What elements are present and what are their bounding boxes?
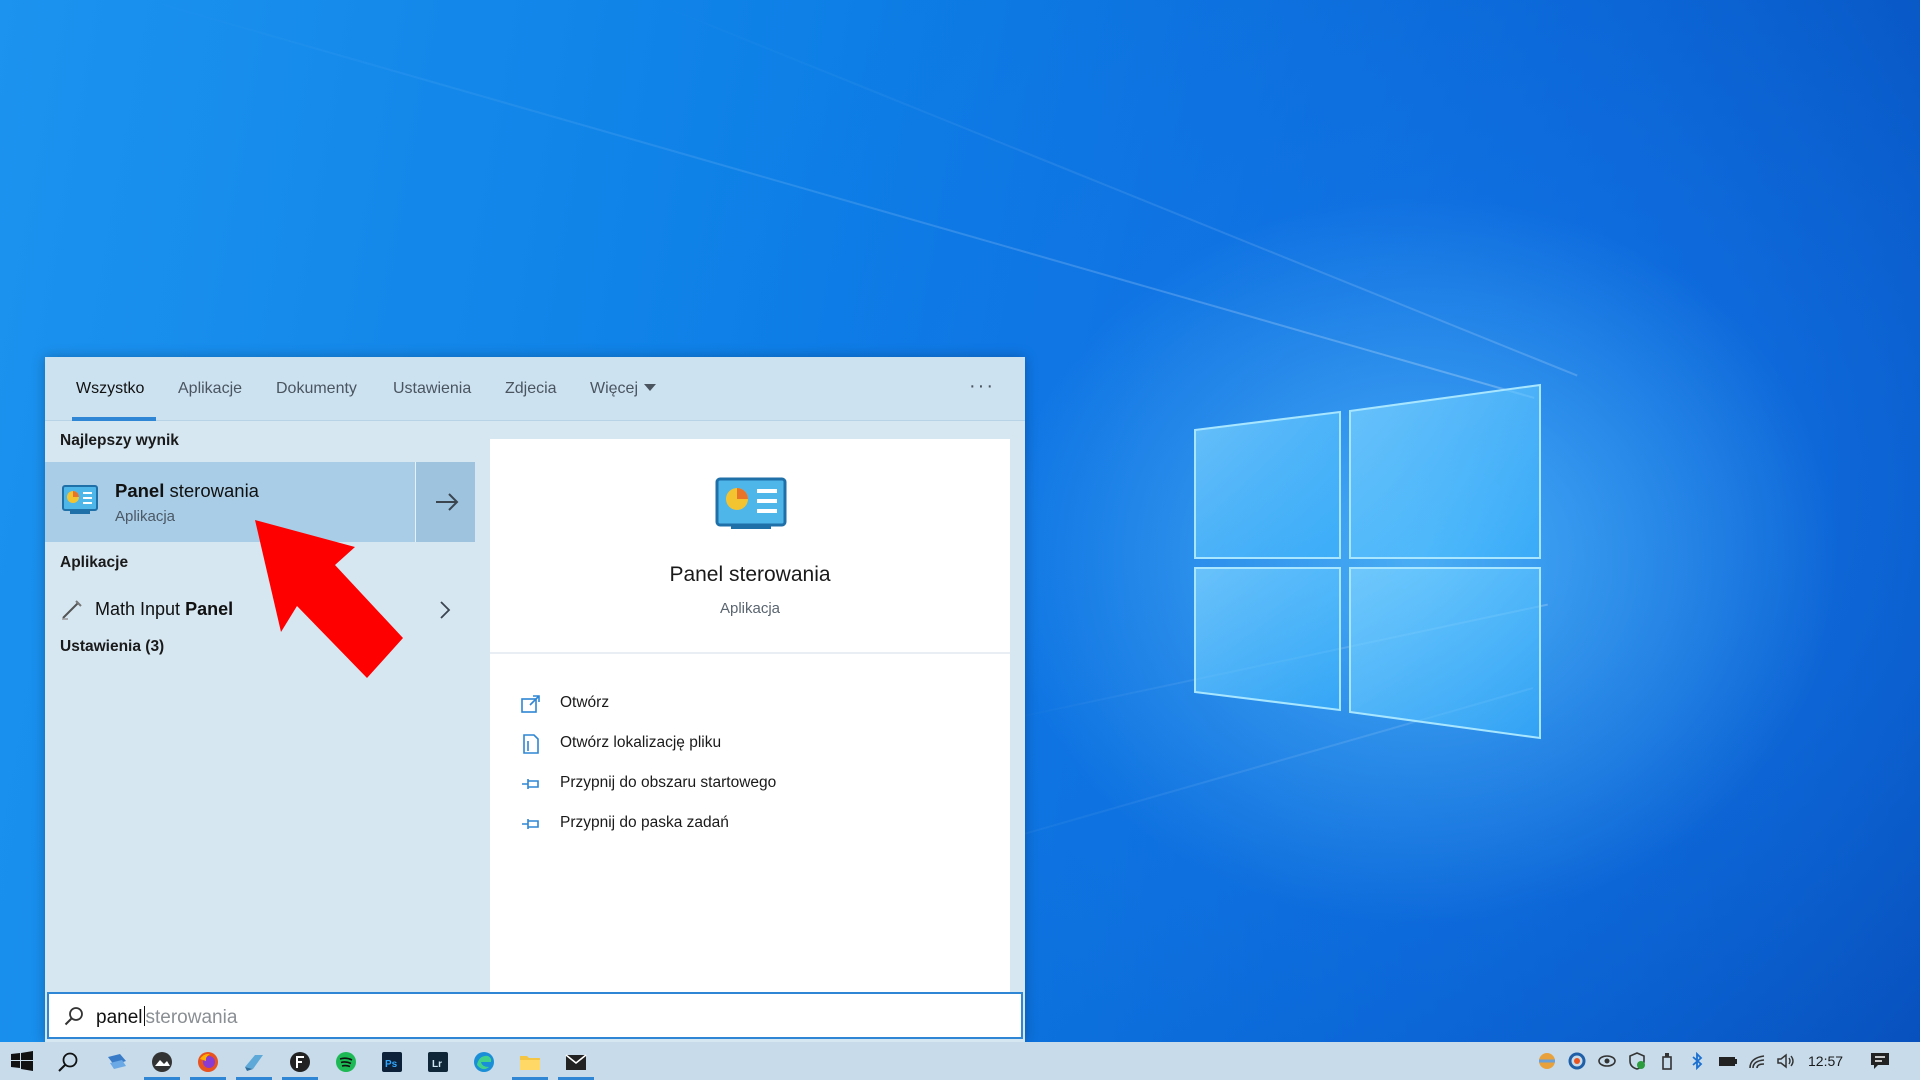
taskbar-app-f[interactable]	[278, 1042, 322, 1080]
best-match-title: Panel sterowania	[115, 480, 259, 501]
tab-apps[interactable]: Aplikacje	[178, 357, 242, 421]
taskbar-app-edge[interactable]	[462, 1042, 506, 1080]
search-flyout: Wszystko Aplikacje Dokumenty Ustawienia …	[45, 357, 1025, 1042]
tray-weather-icon[interactable]	[1534, 1042, 1560, 1080]
action-label: Otwórz	[560, 694, 610, 711]
search-taskbar-button[interactable]	[46, 1042, 90, 1080]
spotify-icon	[336, 1052, 356, 1072]
windows-start-icon	[11, 1051, 33, 1071]
red-arrow-annotation-icon	[255, 520, 403, 678]
taskbar-app-documents[interactable]	[95, 1042, 139, 1080]
taskbar-clock[interactable]: 12:57	[1808, 1042, 1843, 1080]
taskbar-app-firefox[interactable]	[186, 1042, 230, 1080]
action-center-button[interactable]	[1866, 1042, 1892, 1080]
taskbar-app-mail[interactable]	[554, 1042, 598, 1080]
notification-icon	[1871, 1053, 1889, 1069]
best-match-subtitle: Aplikacja	[115, 508, 176, 525]
svg-text:Ps: Ps	[385, 1059, 398, 1070]
tray-eye-icon[interactable]	[1594, 1042, 1620, 1080]
results-list: Najlepszy wynik Panel sterowania Aplikac…	[45, 422, 475, 992]
control-panel-icon	[62, 485, 98, 514]
light-beam	[649, 0, 1578, 377]
weather-icon	[1539, 1053, 1555, 1069]
action-label: Przypnij do paska zadań	[560, 814, 729, 831]
preview-header: Panel sterowania Aplikacja	[490, 439, 1010, 654]
tray-security-icon[interactable]	[1624, 1042, 1650, 1080]
sync-icon	[1568, 1052, 1586, 1070]
taskbar-app-file-explorer[interactable]	[508, 1042, 552, 1080]
wifi-icon	[1749, 1055, 1765, 1069]
lightroom-icon: Lr	[428, 1052, 448, 1072]
svg-text:Lr: Lr	[432, 1059, 442, 1070]
taskbar-app-photos[interactable]	[140, 1042, 184, 1080]
eye-icon	[1598, 1055, 1616, 1067]
best-match-header: Najlepszy wynik	[60, 432, 179, 449]
tray-sync-icon[interactable]	[1564, 1042, 1590, 1080]
search-tabs: Wszystko Aplikacje Dokumenty Ustawienia …	[45, 357, 1025, 421]
edge-icon	[474, 1052, 494, 1072]
taskbar-app-lightroom[interactable]: Lr	[416, 1042, 460, 1080]
search-icon	[64, 1007, 83, 1026]
options-ellipsis-button[interactable]: ···	[969, 357, 995, 421]
taskbar: Ps Lr 12:57	[0, 1042, 1920, 1080]
tray-usb-icon[interactable]	[1654, 1042, 1680, 1080]
tab-more-label: Więcej	[590, 380, 639, 397]
search-typed-text: panel	[96, 1007, 143, 1028]
action-label: Otwórz lokalizację pliku	[560, 734, 722, 751]
tab-settings[interactable]: Ustawienia	[393, 357, 471, 421]
caret-down-icon	[644, 384, 657, 391]
tab-all[interactable]: Wszystko	[71, 357, 157, 421]
folder-icon	[520, 1056, 540, 1070]
pin-icon	[522, 819, 539, 829]
action-label: Przypnij do obszaru startowego	[560, 774, 777, 791]
photos-app-icon	[152, 1052, 172, 1072]
preview-pane: Panel sterowania Aplikacja Otwórz Otwórz…	[490, 439, 1010, 992]
expand-arrow-button[interactable]	[415, 462, 475, 542]
f-app-icon	[290, 1052, 310, 1072]
taskbar-app-notes[interactable]	[232, 1042, 276, 1080]
apps-header: Aplikacje	[60, 554, 129, 571]
photoshop-icon: Ps	[382, 1052, 402, 1072]
bluetooth-icon	[1692, 1052, 1703, 1070]
documents-app-icon	[108, 1054, 126, 1069]
volume-icon	[1777, 1053, 1794, 1069]
control-panel-large-icon	[715, 477, 787, 529]
settings-header[interactable]: Ustawienia (3)	[60, 638, 164, 656]
notes-app-icon	[245, 1055, 263, 1071]
battery-icon	[1719, 1057, 1737, 1066]
tab-photos[interactable]: Zdjecia	[505, 357, 557, 421]
chevron-right-icon	[440, 601, 451, 619]
firefox-icon	[198, 1052, 218, 1072]
tray-volume-icon[interactable]	[1772, 1042, 1798, 1080]
arrow-right-icon	[436, 493, 459, 511]
search-text: panel sterowania	[96, 1006, 237, 1029]
search-icon	[58, 1052, 78, 1072]
taskbar-app-photoshop[interactable]: Ps	[370, 1042, 414, 1080]
shield-icon	[1629, 1052, 1645, 1070]
pin-icon	[522, 779, 539, 789]
file-location-icon	[523, 734, 539, 754]
preview-subtitle: Aplikacja	[719, 600, 781, 617]
tray-wifi-icon[interactable]	[1744, 1042, 1770, 1080]
tab-more[interactable]: Więcej	[590, 357, 657, 421]
taskbar-app-spotify[interactable]	[324, 1042, 368, 1080]
app-label: Math Input Panel	[95, 599, 234, 619]
search-input[interactable]: panel sterowania	[47, 992, 1023, 1039]
light-beam	[149, 0, 1535, 399]
usb-icon	[1662, 1053, 1672, 1070]
search-suggestion: sterowania	[145, 1007, 238, 1028]
preview-title: Panel sterowania	[669, 563, 831, 586]
windows-logo-icon	[1194, 383, 1541, 740]
text-caret	[143, 1006, 145, 1026]
tray-bluetooth-icon[interactable]	[1684, 1042, 1710, 1080]
open-icon	[521, 695, 540, 713]
start-button[interactable]	[0, 1042, 44, 1080]
tray-battery-icon[interactable]	[1714, 1042, 1740, 1080]
mail-icon	[565, 1054, 587, 1070]
tab-documents[interactable]: Dokumenty	[276, 357, 357, 421]
math-input-panel-icon	[62, 600, 82, 620]
